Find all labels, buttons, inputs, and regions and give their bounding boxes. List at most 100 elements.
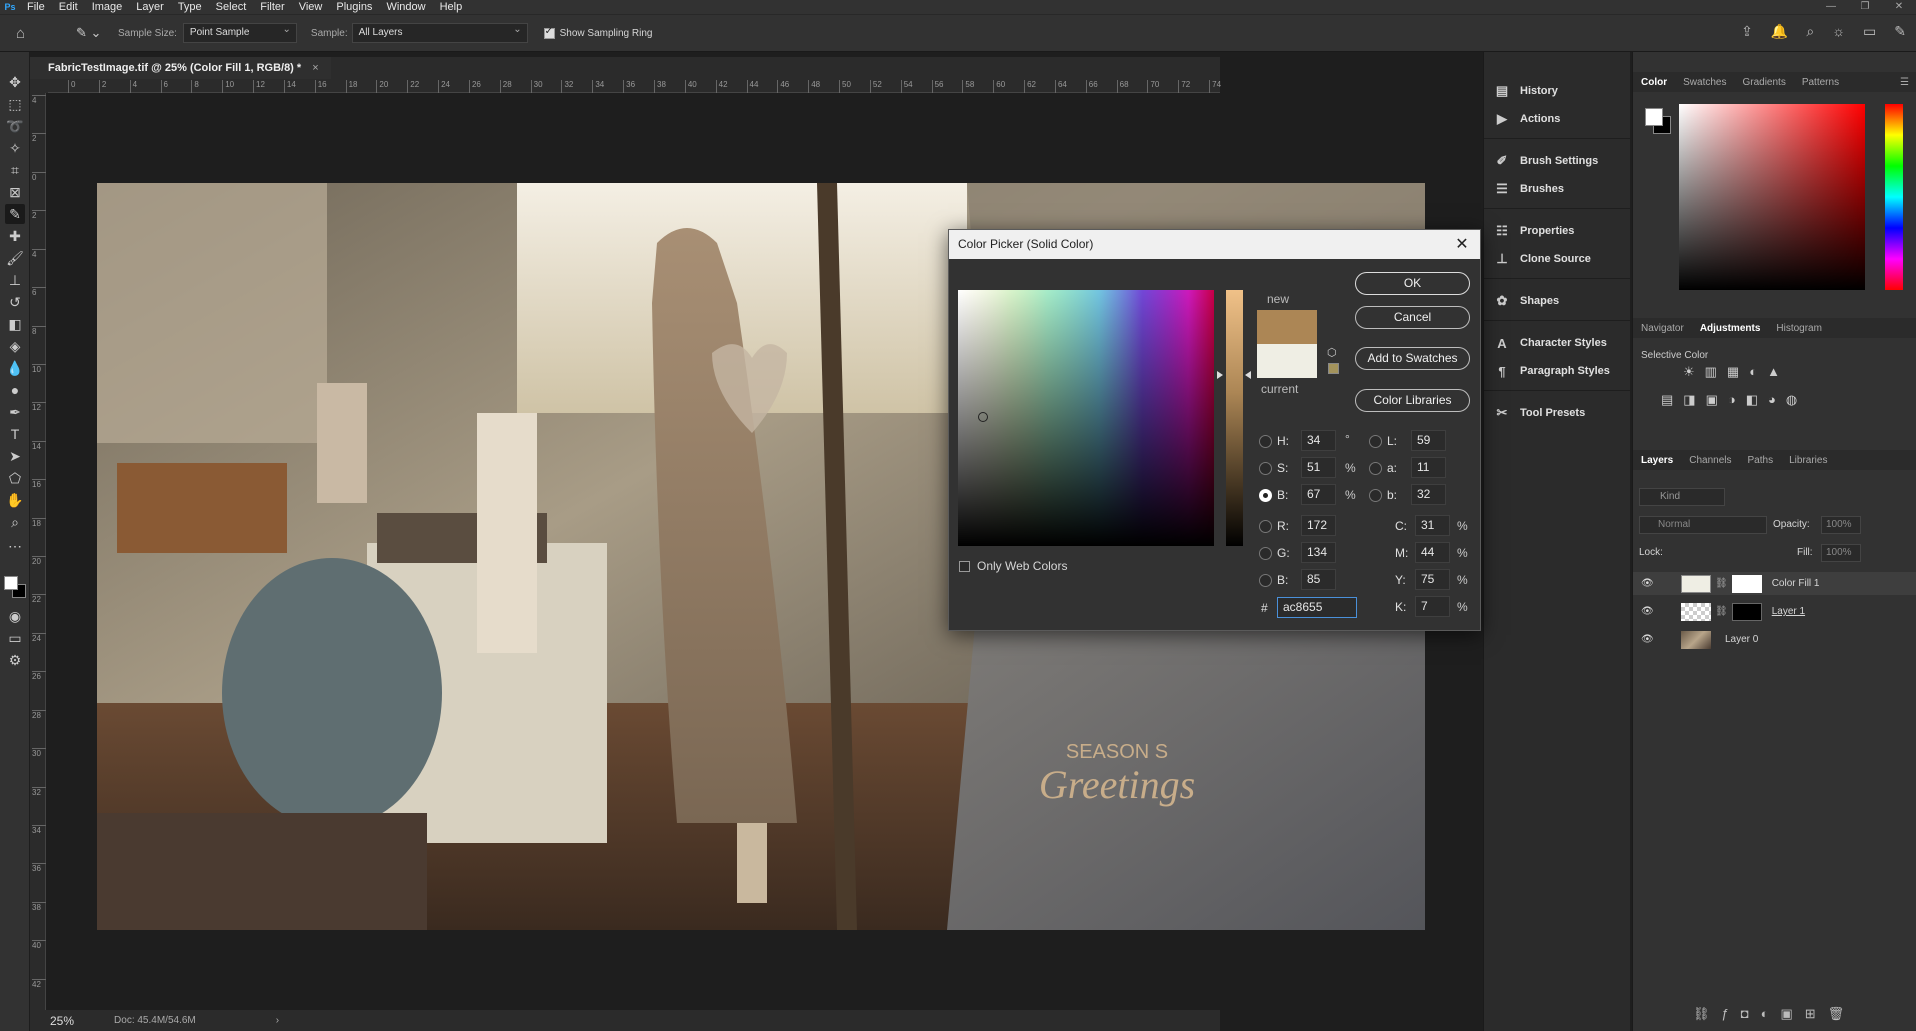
sample-size-select[interactable]: Point Sample xyxy=(182,21,297,43)
discover-lightbulb-icon[interactable]: ☼ xyxy=(1832,23,1845,40)
radio-red[interactable] xyxy=(1259,520,1272,533)
tab-swatches[interactable]: Swatches xyxy=(1675,77,1734,88)
hue-slider[interactable] xyxy=(1226,290,1243,546)
visibility-eye-icon[interactable]: 👁 xyxy=(1641,634,1661,645)
show-sampling-ring-checkbox[interactable] xyxy=(543,26,555,39)
fill-input[interactable]: 100% xyxy=(1821,544,1861,562)
color-field[interactable] xyxy=(958,290,1214,546)
hue-input[interactable]: 34 xyxy=(1301,430,1336,451)
radio-blue[interactable] xyxy=(1259,574,1272,587)
notifications-bell-icon[interactable]: 🔔 xyxy=(1771,23,1788,40)
panel-menu-icon[interactable]: ☰ xyxy=(1892,77,1916,88)
history-brush-tool-icon[interactable]: ↺ xyxy=(5,292,25,312)
layer-kind-filter[interactable]: Kind xyxy=(1639,488,1725,506)
frame-tool-icon[interactable]: ⊠ xyxy=(5,182,25,202)
panel-paragraph-styles[interactable]: ¶ Paragraph Styles xyxy=(1492,360,1610,382)
color-libraries-button[interactable]: Color Libraries xyxy=(1355,389,1470,412)
add-to-swatches-button[interactable]: Add to Swatches xyxy=(1355,347,1470,370)
close-window-icon[interactable]: ✕ xyxy=(1882,0,1916,14)
panel-character-styles[interactable]: A Character Styles xyxy=(1492,332,1607,354)
search-icon[interactable]: ⌕ xyxy=(1806,23,1814,40)
radio-saturation[interactable] xyxy=(1259,462,1272,475)
blue-input[interactable]: 85 xyxy=(1301,569,1336,590)
hue-slider-marker-right[interactable] xyxy=(1245,371,1251,379)
eyedropper-preset-icon[interactable]: ✎ ⌄ xyxy=(76,25,102,41)
green-input[interactable]: 134 xyxy=(1301,542,1336,563)
tab-paths[interactable]: Paths xyxy=(1740,455,1782,466)
workspace-icon[interactable]: ▭ xyxy=(1863,23,1876,40)
foreground-color-swatch[interactable] xyxy=(4,576,18,590)
panel-brush-settings[interactable]: ✐ Brush Settings xyxy=(1492,150,1599,172)
panel-history[interactable]: ▤ History xyxy=(1492,80,1558,102)
menu-edit[interactable]: Edit xyxy=(52,1,85,13)
screen-mode-icon[interactable]: ▭ xyxy=(5,628,25,648)
radio-green[interactable] xyxy=(1259,547,1272,560)
magic-wand-tool-icon[interactable]: ✧ xyxy=(5,138,25,158)
menu-type[interactable]: Type xyxy=(171,1,209,13)
dodge-tool-icon[interactable]: ● xyxy=(5,380,25,400)
b-input[interactable]: 32 xyxy=(1411,484,1446,505)
tab-histogram[interactable]: Histogram xyxy=(1768,323,1830,334)
brightness-input[interactable]: 67 xyxy=(1301,484,1336,505)
tab-channels[interactable]: Channels xyxy=(1681,455,1739,466)
panel-tool-presets[interactable]: ✂ Tool Presets xyxy=(1492,402,1586,424)
panel-clone-source[interactable]: ⊥ Clone Source xyxy=(1492,248,1591,270)
menu-image[interactable]: Image xyxy=(85,1,130,13)
brush-tool-icon[interactable]: 🖌 xyxy=(5,248,25,268)
quick-mask-icon[interactable]: ◉ xyxy=(5,606,25,626)
status-menu-chevron-icon[interactable]: › xyxy=(276,1015,279,1026)
radio-lightness[interactable] xyxy=(1369,435,1382,448)
yellow-input[interactable]: 75 xyxy=(1415,569,1450,590)
menu-help[interactable]: Help xyxy=(433,1,470,13)
color-panel-fg-swatch[interactable] xyxy=(1645,108,1663,126)
ok-button[interactable]: OK xyxy=(1355,272,1470,295)
share-icon[interactable]: ⇪ xyxy=(1741,23,1753,40)
document-tab[interactable]: FabricTestImage.tif @ 25% (Color Fill 1,… xyxy=(30,57,331,79)
layer-row-layer-1[interactable]: 👁 ⛓ Layer 1 xyxy=(1633,600,1916,623)
menu-window[interactable]: Window xyxy=(379,1,432,13)
layer-row-color-fill[interactable]: 👁 ⛓ Color Fill 1 xyxy=(1633,572,1916,595)
radio-b[interactable] xyxy=(1369,489,1382,502)
marquee-tool-icon[interactable]: ⬚ xyxy=(5,94,25,114)
tab-adjustments[interactable]: Adjustments xyxy=(1692,323,1769,334)
zoom-tool-icon[interactable]: ⌕ xyxy=(5,512,25,532)
gamut-cube-icon[interactable]: ⬡ xyxy=(1327,346,1337,359)
move-tool-icon[interactable]: ✥ xyxy=(5,72,25,92)
close-tab-icon[interactable]: × xyxy=(312,62,318,74)
lasso-tool-icon[interactable]: ➰ xyxy=(5,116,25,136)
restore-icon[interactable]: ❐ xyxy=(1848,0,1882,14)
black-input[interactable]: 7 xyxy=(1415,596,1450,617)
panel-shapes[interactable]: ✿ Shapes xyxy=(1492,290,1560,312)
menu-filter[interactable]: Filter xyxy=(253,1,291,13)
tab-gradients[interactable]: Gradients xyxy=(1734,77,1793,88)
menu-file[interactable]: File xyxy=(20,1,52,13)
panel-properties[interactable]: ☷ Properties xyxy=(1492,220,1574,242)
radio-brightness[interactable] xyxy=(1259,489,1272,502)
crop-tool-icon[interactable]: ⌗ xyxy=(5,160,25,180)
hand-tool-icon[interactable]: ✋ xyxy=(5,490,25,510)
tab-color[interactable]: Color xyxy=(1633,77,1675,88)
panel-actions[interactable]: ▶ Actions xyxy=(1492,108,1560,130)
radio-hue[interactable] xyxy=(1259,435,1272,448)
tab-libraries[interactable]: Libraries xyxy=(1781,455,1835,466)
a-input[interactable]: 11 xyxy=(1411,457,1446,478)
web-safe-swatch[interactable] xyxy=(1328,363,1339,374)
visibility-eye-icon[interactable]: 👁 xyxy=(1641,578,1661,589)
menu-layer[interactable]: Layer xyxy=(129,1,171,13)
blend-mode-select[interactable]: Normal xyxy=(1639,516,1767,534)
shape-tool-icon[interactable]: ⬠ xyxy=(5,468,25,488)
tab-navigator[interactable]: Navigator xyxy=(1633,323,1692,334)
only-web-colors-checkbox[interactable] xyxy=(959,561,970,572)
eraser-tool-icon[interactable]: ◧ xyxy=(5,314,25,334)
edit-toolbar-icon[interactable]: ⚙ xyxy=(5,650,25,670)
blur-tool-icon[interactable]: 💧 xyxy=(5,358,25,378)
path-selection-tool-icon[interactable]: ➤ xyxy=(5,446,25,466)
red-input[interactable]: 172 xyxy=(1301,515,1336,536)
saturation-input[interactable]: 51 xyxy=(1301,457,1336,478)
visibility-eye-icon[interactable]: 👁 xyxy=(1641,606,1661,617)
healing-brush-tool-icon[interactable]: ✚ xyxy=(5,226,25,246)
hex-input[interactable]: ac8655 xyxy=(1277,597,1357,618)
zoom-level[interactable]: 25% xyxy=(50,1014,74,1028)
magenta-input[interactable]: 44 xyxy=(1415,542,1450,563)
sample-select[interactable]: All Layers xyxy=(351,21,528,43)
